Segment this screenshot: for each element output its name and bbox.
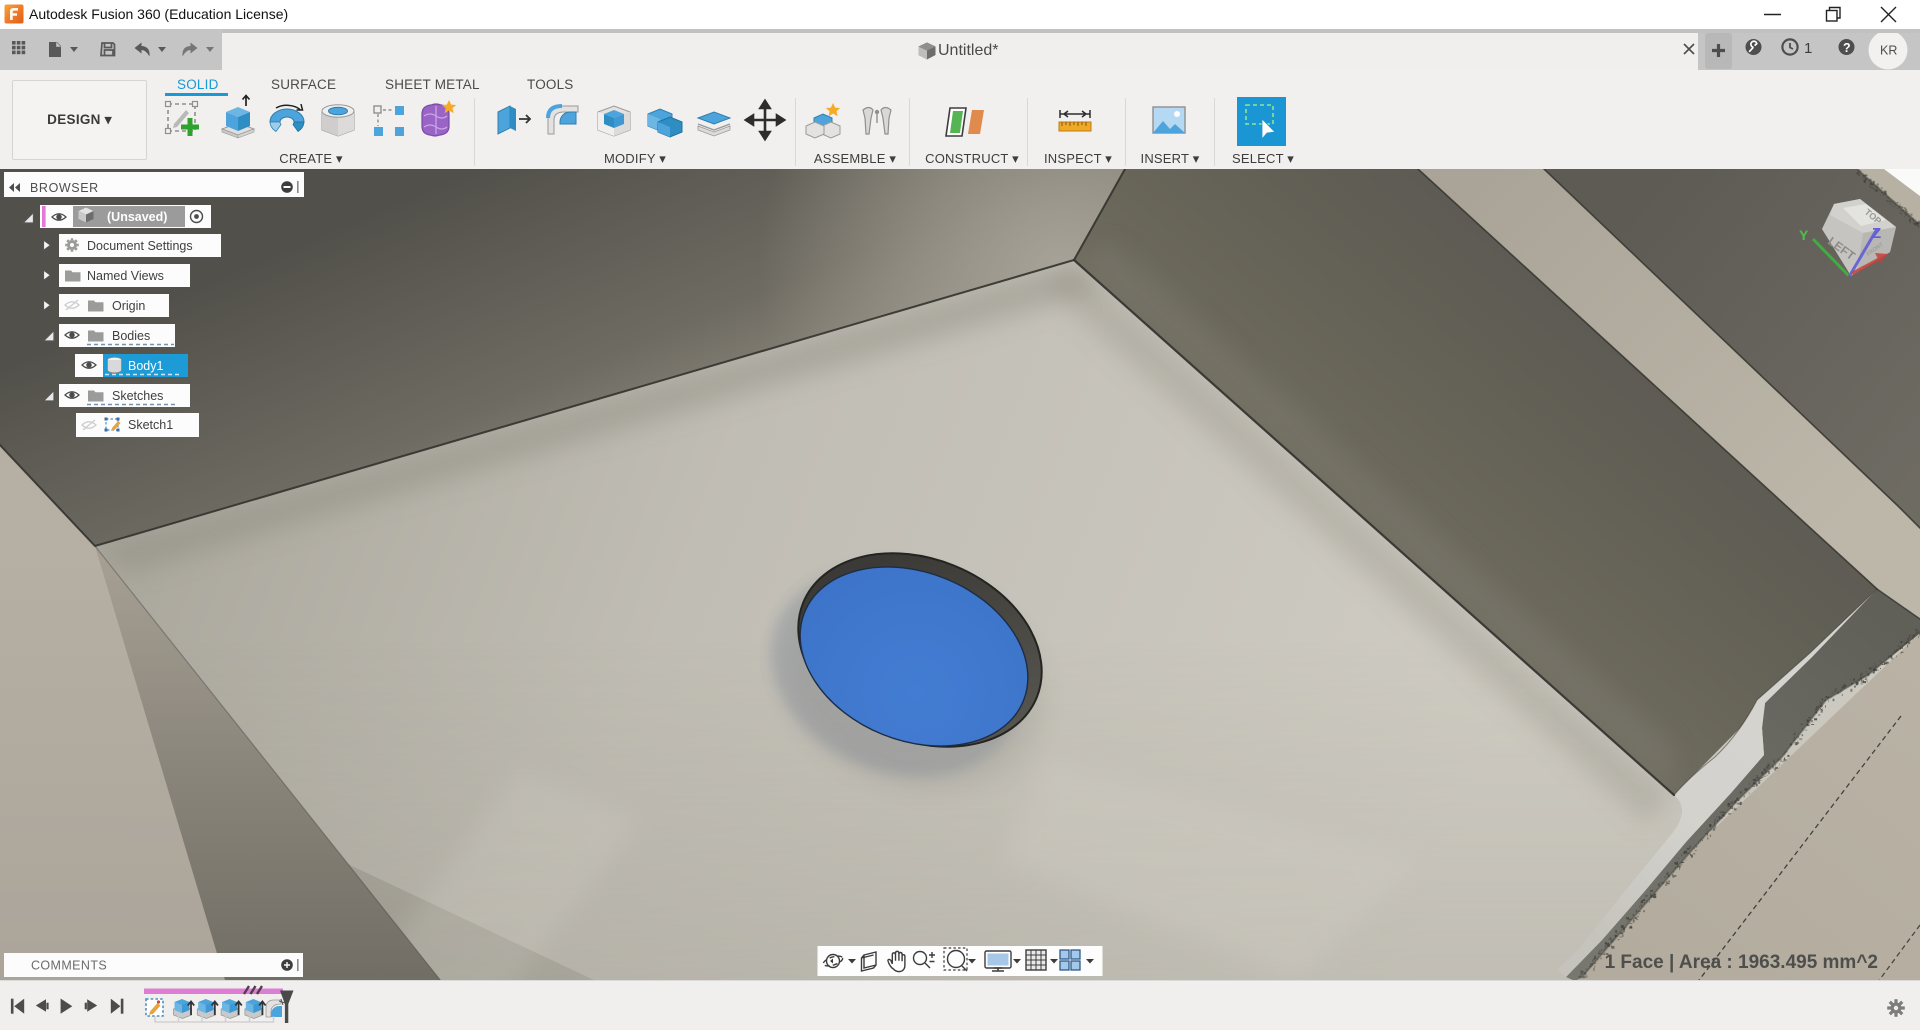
svg-text:BROWSER: BROWSER xyxy=(30,181,99,195)
svg-text:1: 1 xyxy=(1804,40,1812,57)
svg-text:Sketch1: Sketch1 xyxy=(128,418,173,432)
svg-text:Document Settings: Document Settings xyxy=(87,239,193,253)
svg-text:1 Face | Area : 1963.495 mm^2: 1 Face | Area : 1963.495 mm^2 xyxy=(1605,952,1878,973)
svg-text:Z: Z xyxy=(1872,225,1881,242)
svg-text:Sketches: Sketches xyxy=(112,389,163,403)
svg-text:KR: KR xyxy=(1880,44,1897,58)
svg-text:COMMENTS: COMMENTS xyxy=(31,959,107,973)
svg-text:(Unsaved): (Unsaved) xyxy=(107,210,167,224)
svg-text:Body1: Body1 xyxy=(128,359,163,373)
svg-text:Bodies: Bodies xyxy=(112,329,150,343)
svg-text:Y: Y xyxy=(1799,227,1809,243)
svg-text:Named Views: Named Views xyxy=(87,269,164,283)
svg-text:?: ? xyxy=(1843,41,1851,55)
svg-text:Origin: Origin xyxy=(112,299,145,313)
